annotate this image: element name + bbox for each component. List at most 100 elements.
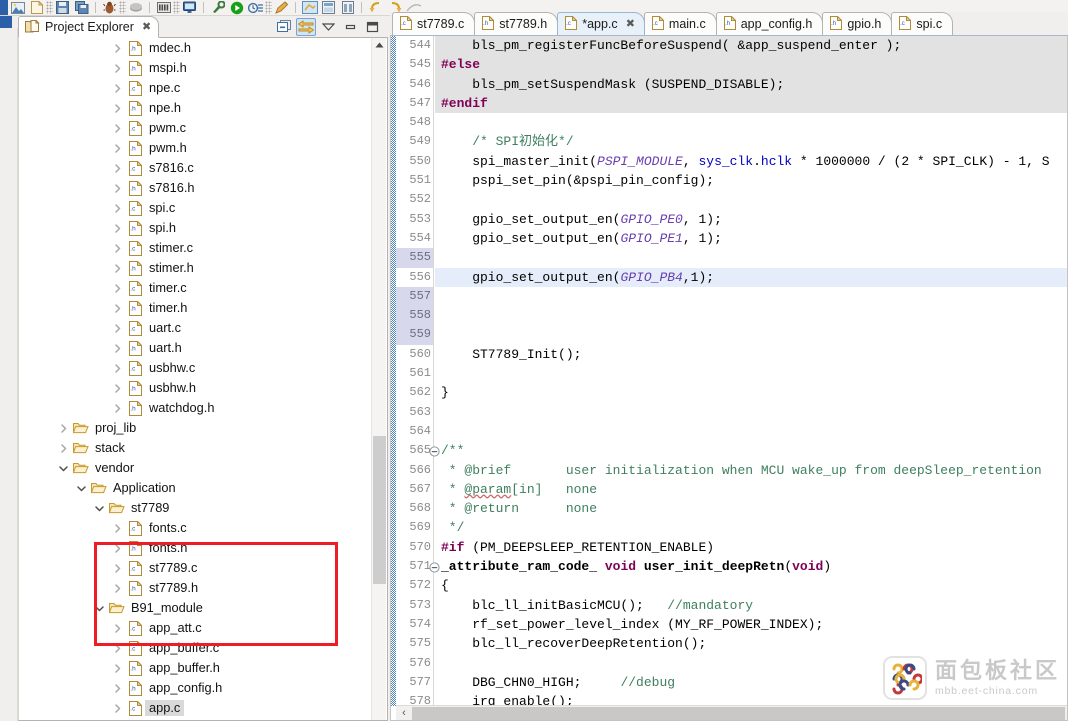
chevron-right-icon[interactable] <box>109 698 125 718</box>
editor-tab-st7789-c[interactable]: .c st7789.c <box>392 12 476 35</box>
close-icon[interactable]: ✖ <box>142 21 151 33</box>
editor-tab--app-c[interactable]: .c *app.c ✖ <box>557 12 645 35</box>
toolbar-drag-dots[interactable] <box>46 1 53 14</box>
code-line[interactable]: } <box>435 383 1067 402</box>
view-menu-button[interactable] <box>318 18 338 36</box>
tree-file-row[interactable]: .h app_buffer.h <box>19 658 367 678</box>
code-line[interactable]: #if (PM_DEEPSLEEP_RETENTION_ENABLE) <box>435 538 1067 557</box>
image-icon[interactable] <box>8 0 27 15</box>
code-line[interactable]: _attribute_ram_code_ void user_init_deep… <box>435 557 1067 576</box>
code-editor[interactable]: 544 545 546 547 548 549 550 551 552 553 554 555 556 5… <box>390 36 1068 721</box>
tree-file-row[interactable]: .h timer.h <box>19 298 367 318</box>
tree-file-row[interactable]: .c app_buffer.c <box>19 638 367 658</box>
chevron-right-icon[interactable] <box>109 658 125 678</box>
chevron-right-icon[interactable] <box>109 558 125 578</box>
chevron-right-icon[interactable] <box>109 378 125 398</box>
save-all-icon[interactable] <box>72 0 91 15</box>
layout-icon[interactable] <box>338 0 357 15</box>
tree-file-row[interactable]: .h s7816.h <box>19 178 367 198</box>
chevron-right-icon[interactable] <box>109 218 125 238</box>
tree-file-row[interactable]: .h stimer.h <box>19 258 367 278</box>
scroll-left-icon[interactable]: ‹ <box>396 706 412 721</box>
code-line[interactable]: { <box>435 576 1067 595</box>
chevron-right-icon[interactable] <box>109 618 125 638</box>
chevron-right-icon[interactable] <box>109 38 125 58</box>
code-line[interactable]: ST7789_Init(); <box>435 345 1067 364</box>
collapse-all-button[interactable] <box>274 18 294 36</box>
maximize-view-button[interactable] <box>362 18 382 36</box>
tree-folder-row[interactable]: stack <box>19 438 367 458</box>
editor-tab-spi-c[interactable]: .c spi.c <box>891 12 954 35</box>
scroll-up-icon[interactable] <box>372 38 386 52</box>
tree-file-row[interactable]: .c npe.c <box>19 78 367 98</box>
chevron-right-icon[interactable] <box>109 678 125 698</box>
chevron-right-icon[interactable] <box>109 358 125 378</box>
tree-file-row[interactable]: .c stimer.c <box>19 238 367 258</box>
chevron-right-icon[interactable] <box>109 138 125 158</box>
code-line[interactable]: * @param[in] none <box>435 480 1067 499</box>
code-line[interactable] <box>435 306 1067 325</box>
code-line[interactable]: bls_pm_registerFuncBeforeSuspend( &app_s… <box>435 36 1067 56</box>
new-file-icon[interactable] <box>27 0 46 15</box>
pencil-icon[interactable] <box>272 0 291 15</box>
tree-file-row[interactable]: .h pwm.h <box>19 138 367 158</box>
minimize-view-button[interactable] <box>340 18 360 36</box>
console-icon[interactable] <box>180 0 199 15</box>
debug-bug-icon[interactable] <box>100 0 119 15</box>
save-icon[interactable] <box>53 0 72 15</box>
code-line[interactable]: spi_master_init(PSPI_MODULE, sys_clk.hcl… <box>435 152 1067 171</box>
code-line[interactable]: DBG_CHN0_HIGH; //debug <box>435 673 1067 692</box>
link-with-editor-button[interactable] <box>296 17 316 36</box>
chevron-right-icon[interactable] <box>109 58 125 78</box>
chevron-right-icon[interactable] <box>109 398 125 418</box>
tree-file-row[interactable]: .c st7789.c <box>19 558 367 578</box>
code-line[interactable]: blc_ll_recoverDeepRetention(); <box>435 634 1067 653</box>
tree-file-row[interactable]: .h app_config.h <box>19 678 367 698</box>
source-code[interactable]: bls_pm_registerFuncBeforeSuspend( &app_s… <box>435 36 1067 706</box>
code-line[interactable]: #endif <box>435 93 1067 114</box>
toolbar-drag-dots[interactable] <box>119 1 126 14</box>
perspective-icon[interactable] <box>319 0 338 15</box>
tree-file-row[interactable]: .h usbhw.h <box>19 378 367 398</box>
tree-file-row[interactable]: .h mdec.h <box>19 38 367 58</box>
code-line[interactable] <box>435 113 1067 132</box>
editor-tab-main-c[interactable]: .c main.c <box>643 12 717 35</box>
code-line[interactable] <box>435 422 1067 441</box>
code-line[interactable]: gpio_set_output_en(GPIO_PE0, 1); <box>435 210 1067 229</box>
external-tools-icon[interactable] <box>208 0 227 15</box>
tree-folder-row[interactable]: st7789 <box>19 498 367 518</box>
code-line[interactable]: rf_set_power_level_index (MY_RF_POWER_IN… <box>435 615 1067 634</box>
code-line[interactable] <box>435 190 1067 209</box>
editor-horizontal-scrollbar[interactable]: ‹ <box>396 705 1067 720</box>
code-line[interactable]: gpio_set_output_en(GPIO_PE1, 1); <box>435 229 1067 248</box>
chevron-right-icon[interactable] <box>109 78 125 98</box>
code-line[interactable] <box>435 654 1067 673</box>
chevron-right-icon[interactable] <box>55 438 71 458</box>
tree-file-row[interactable]: .c fonts.c <box>19 518 367 538</box>
chevron-right-icon[interactable] <box>109 178 125 198</box>
run-icon[interactable] <box>126 0 145 15</box>
history-icon[interactable] <box>246 0 265 15</box>
code-line[interactable] <box>435 364 1067 383</box>
code-line[interactable]: pspi_set_pin(&pspi_pin_config); <box>435 171 1067 190</box>
chevron-right-icon[interactable] <box>109 118 125 138</box>
editor-icon[interactable] <box>300 0 319 15</box>
code-line[interactable]: #else <box>435 55 1067 75</box>
code-line[interactable] <box>435 287 1067 306</box>
tree-file-row[interactable]: .h fonts.h <box>19 538 367 558</box>
tree-folder-row[interactable]: Application <box>19 478 367 498</box>
tree-file-row[interactable]: .h spi.h <box>19 218 367 238</box>
tree-file-row[interactable]: .c s7816.c <box>19 158 367 178</box>
chevron-right-icon[interactable] <box>109 158 125 178</box>
chevron-right-icon[interactable] <box>109 638 125 658</box>
tree-file-row[interactable]: .c uart.c <box>19 318 367 338</box>
tree-folder-row[interactable]: proj_lib <box>19 418 367 438</box>
editor-tab-app-config-h[interactable]: .h app_config.h <box>715 12 824 35</box>
chevron-right-icon[interactable] <box>109 198 125 218</box>
tree-scroll-thumb[interactable] <box>373 436 386 584</box>
editor-tab-st7789-h[interactable]: .h st7789.h <box>474 12 559 35</box>
tree-file-row[interactable]: .c usbhw.c <box>19 358 367 378</box>
chevron-right-icon[interactable] <box>109 538 125 558</box>
tree-file-row[interactable]: .h watchdog.h <box>19 398 367 418</box>
tree-file-row[interactable]: .c app_att.c <box>19 618 367 638</box>
